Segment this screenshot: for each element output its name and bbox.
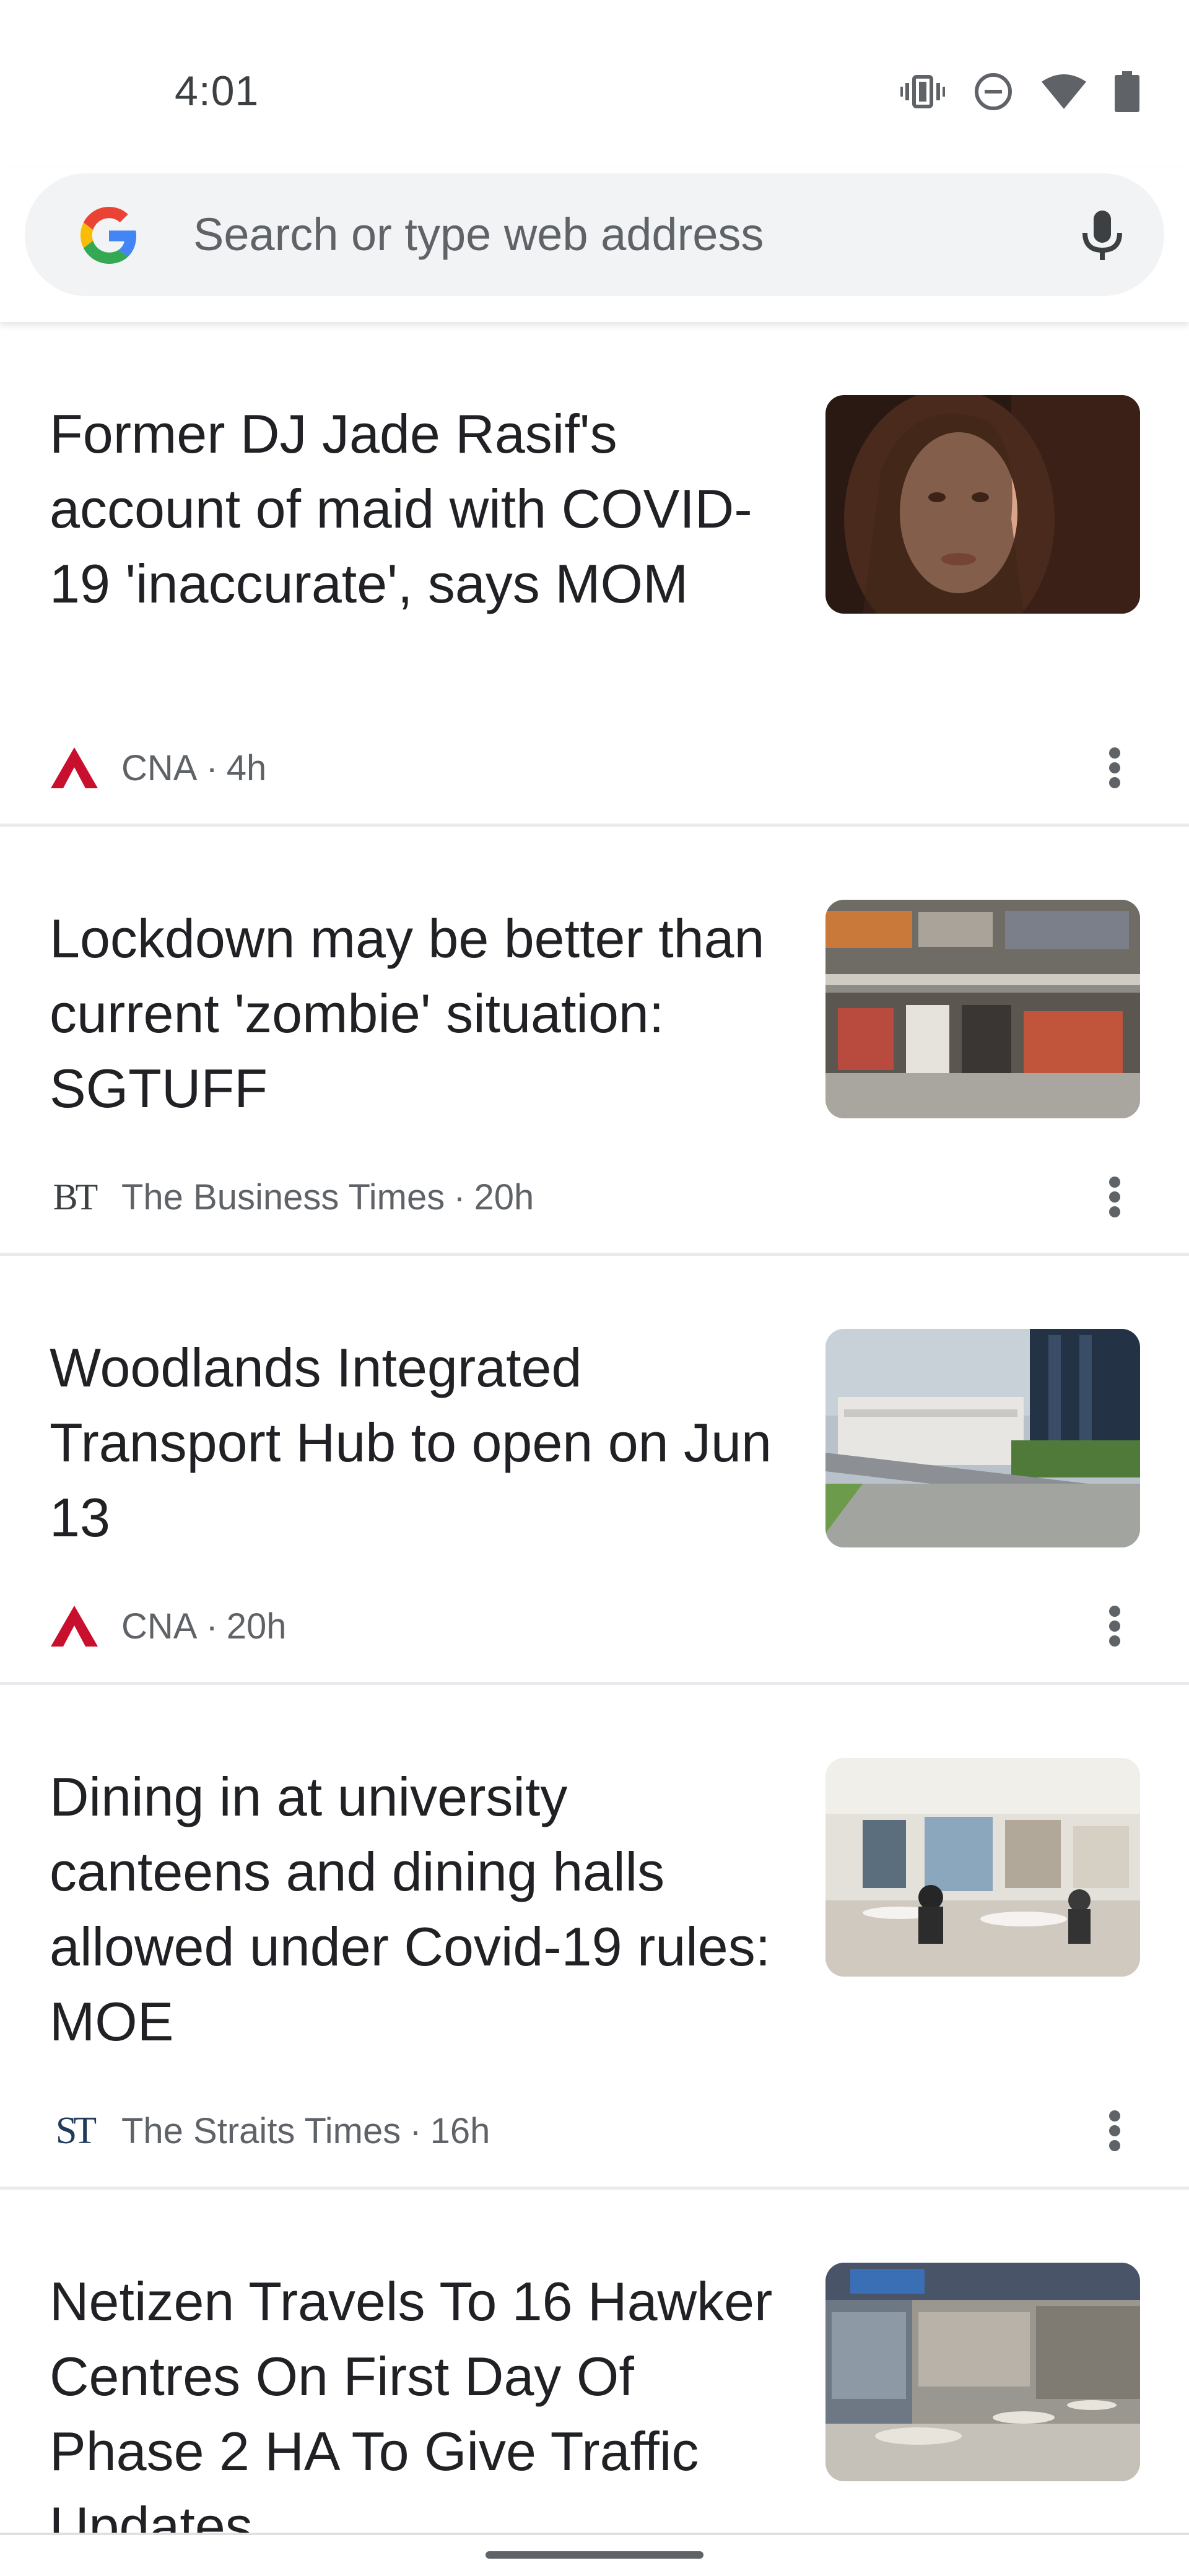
article-age: 4h: [226, 747, 267, 788]
home-gesture-handle[interactable]: [486, 2551, 703, 2559]
meta-separator: ·: [453, 1177, 466, 1217]
status-icons: [900, 67, 1139, 116]
article-title[interactable]: Lockdown may be better than current 'zom…: [50, 901, 780, 1126]
more-options-icon[interactable]: [1102, 1172, 1127, 1222]
google-logo-icon: [81, 207, 137, 264]
cna-logo-icon: [50, 1601, 99, 1651]
battery-icon: [1115, 71, 1139, 112]
bt-logo-text: BT: [53, 1176, 98, 1217]
article-thumbnail[interactable]: [825, 1758, 1140, 1977]
gesture-navigation-bar: [0, 2533, 1189, 2576]
article-title[interactable]: Woodlands Integrated Transport Hub to op…: [50, 1330, 780, 1555]
article-card[interactable]: Netizen Travels To 16 Hawker Centres On …: [0, 2190, 1189, 2533]
more-options-icon[interactable]: [1102, 2106, 1127, 2156]
article-meta: BT The Business Times · 20h: [50, 1172, 534, 1222]
article-card[interactable]: Lockdown may be better than current 'zom…: [0, 827, 1189, 1256]
mic-icon[interactable]: [1073, 206, 1132, 265]
hawker-centre-photo: [825, 2263, 1140, 2481]
meta-separator: ·: [409, 2110, 422, 2151]
news-feed[interactable]: Former DJ Jade Rasif's account of maid w…: [0, 322, 1189, 2533]
meta-separator: ·: [206, 747, 218, 788]
st-logo-text: ST: [55, 2109, 97, 2152]
article-thumbnail[interactable]: [825, 900, 1140, 1118]
search-bar[interactable]: [25, 173, 1164, 296]
article-title[interactable]: Netizen Travels To 16 Hawker Centres On …: [50, 2264, 780, 2533]
article-thumbnail[interactable]: [825, 1329, 1140, 1547]
article-meta: ST The Straits Times · 16h: [50, 2106, 490, 2156]
more-options-icon[interactable]: [1102, 743, 1127, 793]
more-options-icon[interactable]: [1102, 1601, 1127, 1651]
status-bar: 4:01: [0, 0, 1189, 167]
article-age: 20h: [474, 1177, 534, 1217]
article-title[interactable]: Dining in at university canteens and din…: [50, 1759, 780, 2059]
article-title[interactable]: Former DJ Jade Rasif's account of maid w…: [50, 396, 780, 621]
article-source: CNA: [121, 1606, 198, 1647]
article-source: The Business Times: [121, 1177, 445, 1217]
do-not-disturb-icon: [973, 72, 1013, 111]
article-age: 16h: [430, 2110, 490, 2151]
st-logo-icon: ST: [50, 2106, 99, 2156]
cna-logo-icon: [50, 743, 99, 793]
university-canteen-photo: [825, 1758, 1140, 1977]
status-time: 4:01: [175, 67, 259, 115]
meta-separator: ·: [206, 1606, 218, 1647]
article-card[interactable]: Woodlands Integrated Transport Hub to op…: [0, 1256, 1189, 1685]
woman-portrait-photo: [825, 395, 1140, 614]
search-header: [0, 167, 1189, 322]
article-age: 20h: [226, 1606, 287, 1647]
article-source: The Straits Times: [121, 2110, 401, 2151]
wifi-icon: [1042, 73, 1086, 110]
bt-logo-icon: BT: [50, 1172, 99, 1222]
article-card[interactable]: Dining in at university canteens and din…: [0, 1685, 1189, 2190]
article-card[interactable]: Former DJ Jade Rasif's account of maid w…: [0, 322, 1189, 827]
vibrate-icon: [900, 73, 945, 110]
empty-shopping-mall-photo: [825, 900, 1140, 1118]
article-meta: CNA · 4h: [50, 743, 266, 793]
article-thumbnail[interactable]: [825, 2263, 1140, 2481]
article-thumbnail[interactable]: [825, 395, 1140, 614]
article-meta: CNA · 20h: [50, 1601, 287, 1651]
transport-hub-photo: [825, 1329, 1140, 1547]
article-source: CNA: [121, 747, 198, 788]
search-input[interactable]: [193, 197, 1048, 271]
